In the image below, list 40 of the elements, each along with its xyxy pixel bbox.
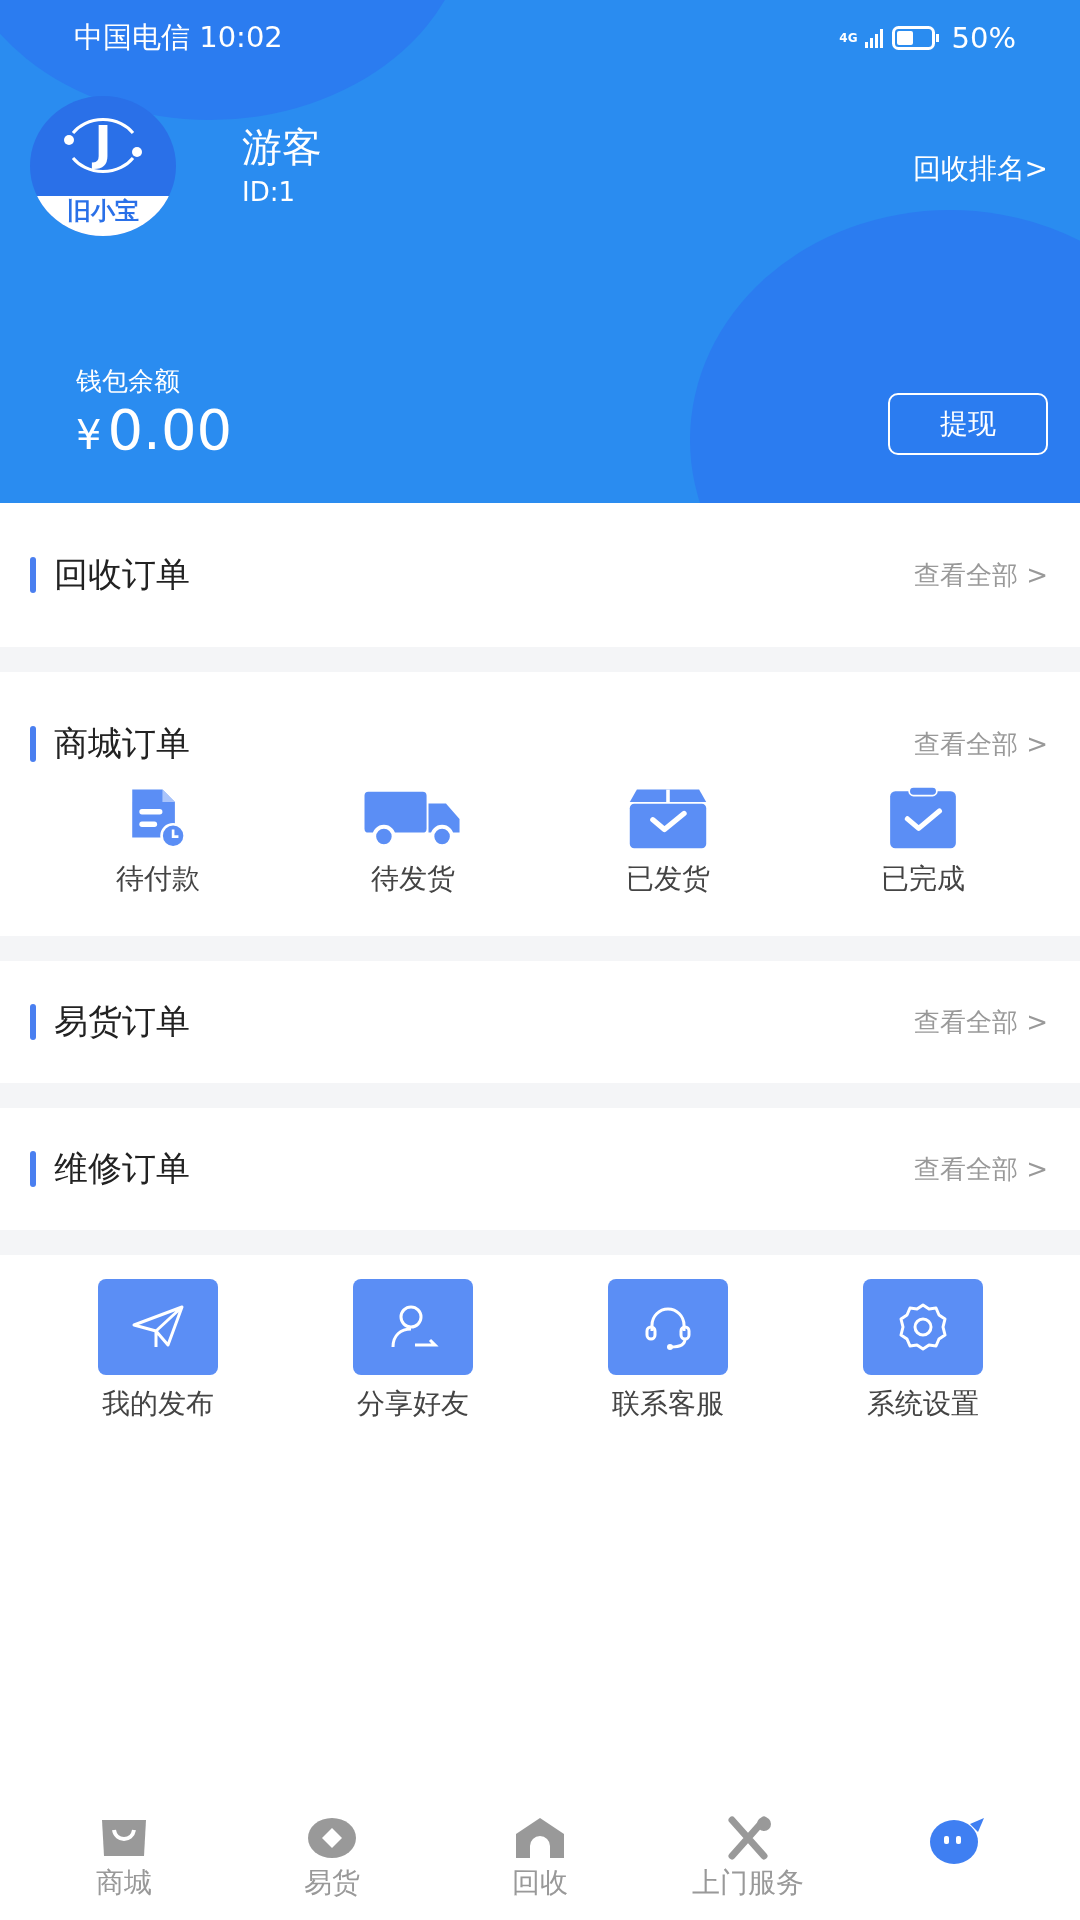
tool-label: 系统设置 bbox=[866, 1386, 979, 1422]
battery-icon bbox=[891, 25, 940, 51]
accent-bar bbox=[30, 1004, 36, 1040]
accent-bar bbox=[30, 726, 36, 762]
order-status-label: 待发货 bbox=[370, 861, 455, 897]
order-status-label: 已发货 bbox=[625, 861, 710, 897]
user-id: ID:1 bbox=[242, 177, 296, 207]
accent-bar bbox=[30, 1151, 36, 1187]
order-status-label: 待付款 bbox=[115, 861, 200, 897]
section-title: 回收订单 bbox=[54, 553, 190, 596]
signal-icon bbox=[863, 27, 886, 49]
section-title: 商城订单 bbox=[54, 722, 190, 765]
headset-icon[interactable] bbox=[607, 1279, 728, 1375]
tab-item[interactable]: 上门服务 bbox=[644, 1780, 852, 1920]
tool-label: 联系客服 bbox=[611, 1386, 724, 1422]
avatar-logo: J 旧小宝 bbox=[30, 96, 176, 236]
battery-percent: 50% bbox=[951, 21, 1016, 55]
user-name: 游客 bbox=[242, 123, 322, 172]
withdraw-button[interactable]: 提现 bbox=[888, 392, 1048, 455]
tab-item[interactable]: 易货 bbox=[228, 1780, 436, 1920]
share-user-icon[interactable] bbox=[352, 1279, 473, 1375]
order-status-label: 已完成 bbox=[880, 861, 965, 897]
paper-plane-icon[interactable] bbox=[97, 1279, 218, 1375]
wallet-balance: ¥0.00 bbox=[76, 399, 233, 461]
accent-bar bbox=[30, 557, 36, 593]
section-title: 易货订单 bbox=[54, 1000, 190, 1043]
view-all-link[interactable]: 查看全部 > bbox=[913, 557, 1048, 593]
status-carrier-time: 中国电信 10:02 bbox=[74, 19, 283, 56]
tab-item[interactable]: 回收 bbox=[436, 1780, 644, 1920]
view-all-link[interactable]: 查看全部 > bbox=[913, 1004, 1048, 1040]
section-title: 维修订单 bbox=[54, 1147, 190, 1190]
settings-icon[interactable] bbox=[862, 1279, 983, 1375]
wallet-label: 钱包余额 bbox=[76, 365, 181, 398]
tool-label: 我的发布 bbox=[101, 1386, 214, 1422]
view-all-link[interactable]: 查看全部 > bbox=[913, 726, 1048, 762]
ranking-link[interactable]: 回收排名> bbox=[912, 150, 1048, 188]
tool-label: 分享好友 bbox=[356, 1386, 469, 1422]
network-type: 4G bbox=[839, 31, 858, 45]
tab-item[interactable]: 商城 bbox=[20, 1780, 228, 1920]
view-all-link[interactable]: 查看全部 > bbox=[913, 1151, 1048, 1187]
